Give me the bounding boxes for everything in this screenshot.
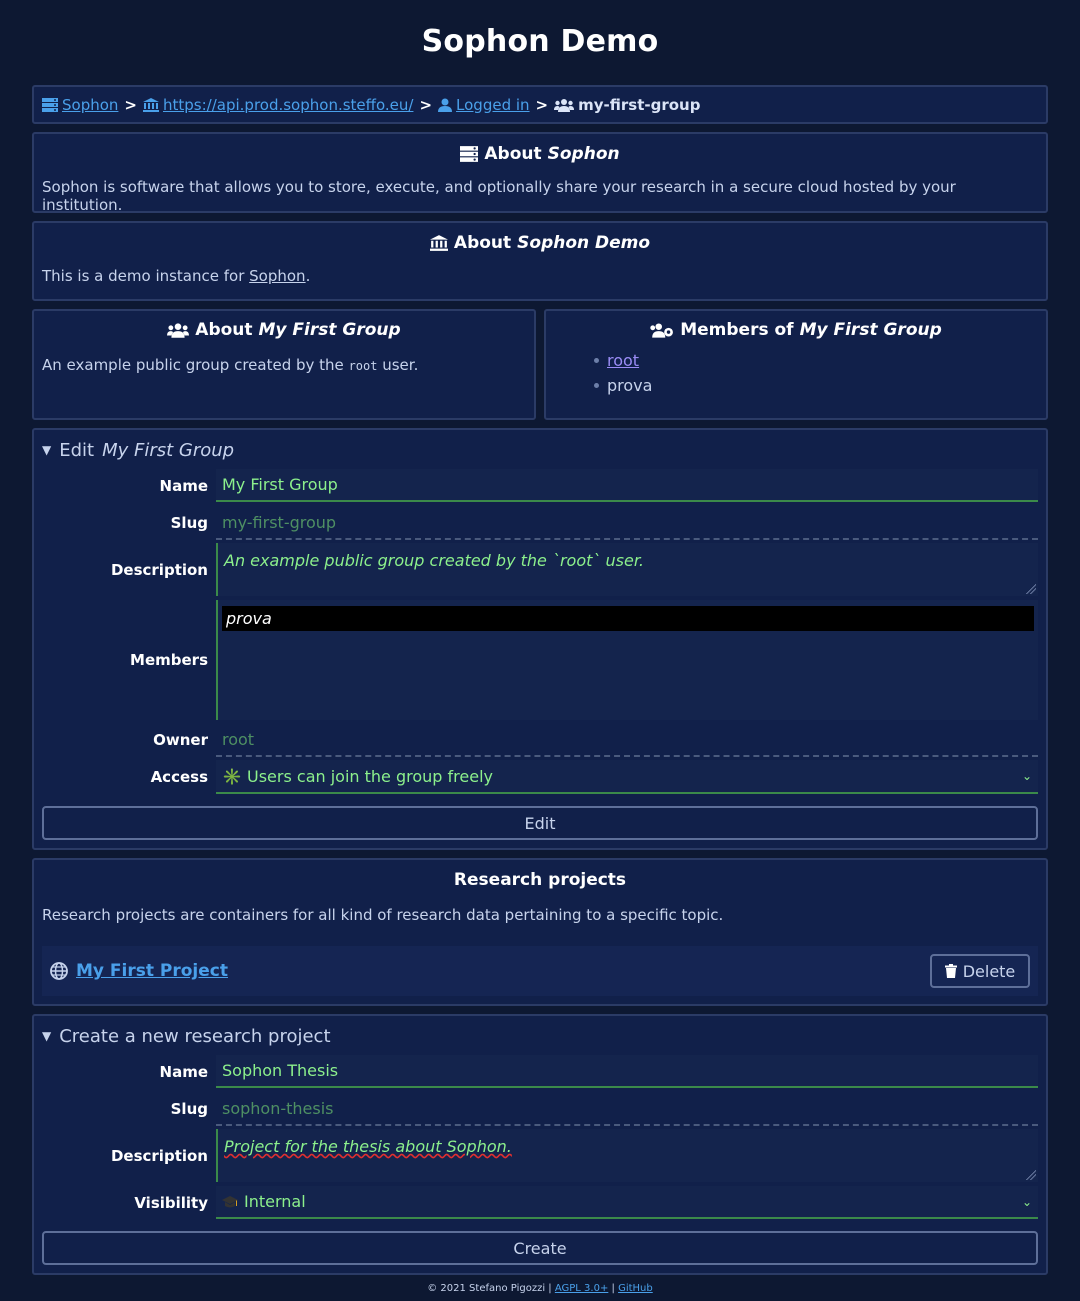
members-list: root prova: [546, 348, 1046, 398]
project-link[interactable]: My First Project: [76, 961, 228, 981]
members-panel: Members of My First Group root prova: [544, 309, 1048, 420]
project-slug-input: sophon-thesis: [216, 1092, 1038, 1126]
users-cog-icon: [650, 322, 674, 338]
slug-row: Slug my-first-group: [42, 506, 1038, 540]
members-title: Members of My First Group: [546, 320, 1046, 340]
slug-label: Slug: [170, 514, 208, 532]
project-name-label: Name: [159, 1062, 208, 1081]
about-sophon-text: Sophon is software that allows you to st…: [42, 178, 956, 214]
breadcrumb-current: my-first-group: [578, 95, 701, 114]
user-icon: [438, 98, 453, 112]
globe-icon: [50, 962, 68, 980]
slug-input: my-first-group: [216, 506, 1038, 540]
triangle-down-icon: ▼: [42, 1029, 52, 1043]
server-icon: [460, 146, 479, 162]
project-description-textarea[interactable]: Project for the thesis about Sophon.: [216, 1129, 1038, 1182]
access-select[interactable]: ✳️ Users can join the group freely ⌄: [216, 760, 1038, 794]
page-title: Sophon Demo: [421, 24, 659, 59]
name-label: Name: [159, 476, 208, 495]
github-link[interactable]: GitHub: [618, 1283, 653, 1294]
about-instance-title: About Sophon Demo: [34, 233, 1046, 253]
about-sophon-title: About Sophon: [34, 144, 1046, 164]
description-row: Description An example public group crea…: [42, 543, 1038, 596]
visibility-row: Visibility Internal ⌄: [42, 1186, 1038, 1219]
university-icon: [143, 97, 159, 112]
footer: © 2021 Stefano Pigozzi | AGPL 3.0+ | Git…: [427, 1283, 653, 1294]
about-group-title: About My First Group: [34, 320, 534, 340]
trash-icon: [944, 964, 957, 978]
breadcrumb-link[interactable]: Logged in: [456, 96, 530, 114]
project-name-input[interactable]: Sophon Thesis: [216, 1055, 1038, 1088]
chevron-right-icon: >: [535, 95, 549, 114]
project-description-row: Description Project for the thesis about…: [42, 1129, 1038, 1182]
members-select[interactable]: prova: [216, 600, 1038, 720]
member-name: prova: [607, 376, 653, 395]
breadcrumb-item-group: my-first-group: [554, 96, 700, 114]
owner-row: Owner root: [42, 723, 1038, 757]
member-link-root[interactable]: root: [607, 351, 639, 370]
server-icon: [42, 97, 58, 112]
chevron-right-icon: >: [419, 95, 433, 114]
breadcrumb-item-server[interactable]: https://api.prod.sophon.steffo.eu/: [143, 96, 413, 114]
about-sophon-panel: About Sophon Sophon is software that all…: [32, 132, 1048, 214]
access-row: Access ✳️ Users can join the group freel…: [42, 760, 1038, 794]
resize-handle[interactable]: [1026, 1170, 1036, 1180]
resize-handle[interactable]: [1026, 584, 1036, 594]
name-input[interactable]: My First Group: [216, 469, 1038, 502]
sophon-link[interactable]: Sophon: [249, 267, 305, 285]
project-name-row: Name Sophon Thesis: [42, 1055, 1038, 1088]
name-row: Name My First Group: [42, 469, 1038, 502]
chevron-down-icon: ⌄: [1021, 1194, 1032, 1209]
about-instance-panel: About Sophon Demo This is a demo instanc…: [32, 221, 1048, 301]
edit-button[interactable]: Edit: [42, 806, 1038, 840]
list-item: prova: [594, 373, 1046, 398]
projects-text: Research projects are containers for all…: [42, 906, 724, 924]
triangle-down-icon: ▼: [42, 443, 52, 457]
bullet: [594, 383, 599, 388]
project-slug-row: Slug sophon-thesis: [42, 1092, 1038, 1126]
members-label: Members: [130, 651, 208, 669]
chevron-down-icon: ⌄: [1021, 769, 1032, 783]
create-project-panel: ▼ Create a new research project Name Sop…: [32, 1014, 1048, 1275]
access-label: Access: [150, 768, 208, 786]
chevron-right-icon: >: [124, 95, 137, 114]
code-root: root: [348, 359, 378, 373]
bullet: [594, 358, 599, 363]
breadcrumb-link[interactable]: Sophon: [62, 96, 118, 114]
project-description-label: Description: [110, 1146, 208, 1165]
owner-label: Owner: [153, 731, 208, 749]
about-group-text: An example public group created by the r…: [42, 356, 419, 374]
breadcrumb-item-user[interactable]: Logged in: [438, 96, 530, 114]
description-textarea[interactable]: An example public group created by the `…: [216, 543, 1038, 596]
project-row: My First Project Delete: [42, 946, 1038, 996]
member-option-prova[interactable]: prova: [222, 606, 1034, 631]
breadcrumb-link[interactable]: https://api.prod.sophon.steffo.eu/: [163, 96, 413, 114]
university-icon: [429, 235, 448, 251]
project-slug-label: Slug: [170, 1100, 208, 1118]
projects-title: Research projects: [453, 870, 627, 890]
edit-group-panel: ▼ Edit My First Group Name My First Grou…: [32, 428, 1048, 850]
license-link[interactable]: AGPL 3.0+: [555, 1283, 608, 1294]
users-icon: [554, 98, 575, 112]
projects-panel: Research projects Research projects are …: [32, 858, 1048, 1006]
about-instance-text: This is a demo instance for Sophon.: [42, 267, 311, 285]
description-label: Description: [110, 560, 208, 579]
users-icon: [167, 322, 190, 338]
owner-input: root: [216, 723, 1038, 757]
graduation-cap-icon: [222, 1195, 238, 1209]
list-item[interactable]: root: [594, 348, 1046, 373]
edit-group-summary[interactable]: ▼ Edit My First Group: [34, 430, 1046, 470]
visibility-select[interactable]: Internal ⌄: [216, 1186, 1038, 1219]
members-row: Members prova: [42, 600, 1038, 720]
create-button[interactable]: Create: [42, 1231, 1038, 1265]
delete-button[interactable]: Delete: [930, 954, 1030, 988]
breadcrumb: Sophon > https://api.prod.sophon.steffo.…: [32, 85, 1048, 124]
create-project-summary[interactable]: ▼ Create a new research project: [34, 1016, 1046, 1056]
about-group-panel: About My First Group An example public g…: [32, 309, 536, 420]
breadcrumb-item-sophon[interactable]: Sophon: [42, 96, 118, 114]
visibility-label: Visibility: [134, 1193, 208, 1212]
